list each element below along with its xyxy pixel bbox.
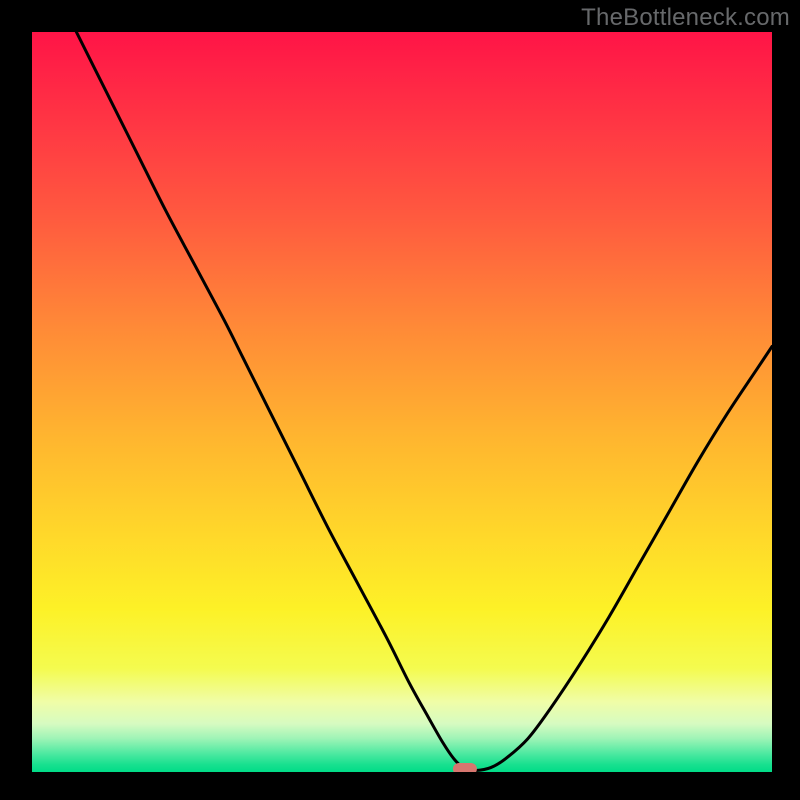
watermark-text: TheBottleneck.com	[581, 4, 790, 32]
bottleneck-plot	[32, 32, 772, 772]
gradient-background	[32, 32, 772, 772]
optimal-marker	[453, 763, 477, 772]
chart-frame: TheBottleneck.com	[0, 0, 800, 800]
